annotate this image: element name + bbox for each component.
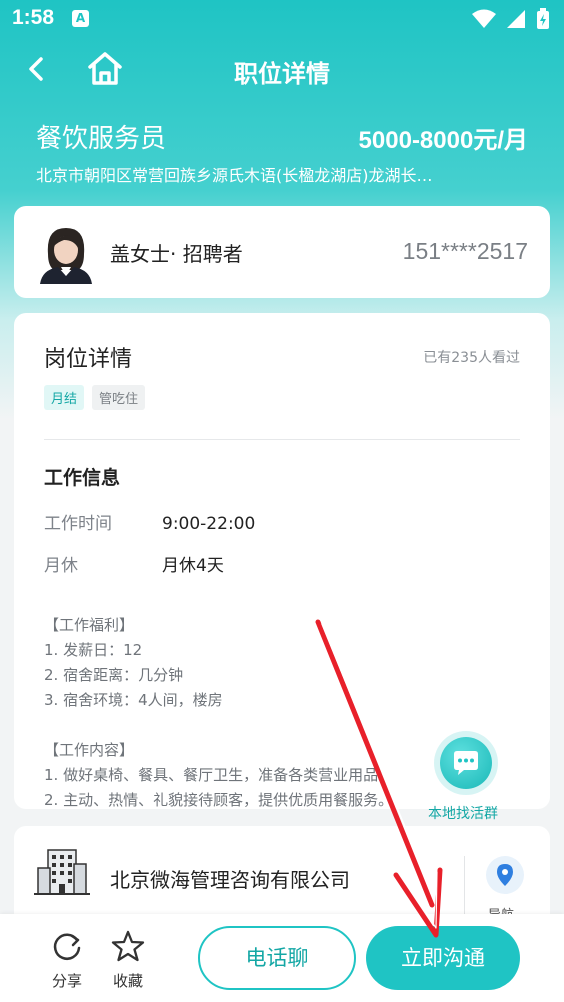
status-time: 1:58 bbox=[12, 6, 55, 29]
location-pin-icon bbox=[497, 864, 513, 886]
tag-room-board: 管吃住 bbox=[92, 385, 146, 410]
work-time-row: 工作时间 9:00-22:00 bbox=[44, 509, 255, 534]
job-address[interactable]: 北京市朝阳区常营回族乡源氏木语(长楹龙湖店)龙湖长… bbox=[36, 162, 466, 186]
signal-icon bbox=[507, 10, 525, 28]
battery-icon bbox=[537, 8, 549, 29]
status-icons bbox=[472, 8, 550, 30]
work-time-value: 9:00-22:00 bbox=[162, 514, 256, 534]
job-detail-card: 岗位详情 已有235人看过 月结 管吃住 工作信息 工作时间 9:00-22:00… bbox=[14, 313, 550, 809]
local-group-label[interactable]: 本地找活群 bbox=[428, 803, 498, 823]
recruiter-avatar bbox=[34, 220, 98, 284]
divider bbox=[464, 856, 465, 916]
rest-days-label: 月休 bbox=[44, 556, 78, 576]
share-button[interactable]: 分享 bbox=[42, 928, 92, 991]
status-bar: 1:58 A bbox=[0, 0, 564, 38]
recruiter-name: 盖女士· 招聘者 bbox=[110, 242, 243, 266]
bottom-action-bar: 分享 收藏 电话聊 立即沟通 bbox=[0, 914, 564, 1002]
rest-days-value: 月休4天 bbox=[162, 556, 224, 576]
divider bbox=[44, 439, 520, 440]
navigate-button[interactable] bbox=[486, 856, 524, 894]
view-count: 已有235人看过 bbox=[423, 350, 520, 366]
work-time-label: 工作时间 bbox=[44, 514, 112, 534]
notification-icon: A bbox=[72, 10, 89, 27]
favorite-label: 收藏 bbox=[112, 972, 143, 990]
chat-now-button[interactable]: 立即沟通 bbox=[366, 926, 520, 990]
nav-bar: 职位详情 bbox=[0, 40, 564, 100]
job-tags: 月结 管吃住 bbox=[44, 385, 146, 410]
local-group-button[interactable] bbox=[440, 737, 492, 789]
building-icon bbox=[34, 849, 90, 895]
phone-chat-button[interactable]: 电话聊 bbox=[198, 926, 356, 990]
tag-monthly-pay: 月结 bbox=[44, 385, 85, 410]
company-name: 北京微海管理咨询有限公司 bbox=[110, 868, 350, 892]
recruiter-card[interactable]: 盖女士· 招聘者 151****2517 bbox=[14, 206, 550, 298]
detail-section-title: 岗位详情 bbox=[44, 347, 133, 372]
favorite-button[interactable]: 收藏 bbox=[103, 928, 153, 991]
work-info-heading: 工作信息 bbox=[44, 467, 121, 489]
job-title: 餐饮服务员 bbox=[36, 124, 167, 154]
job-salary: 5000-8000元/月 bbox=[358, 127, 528, 154]
star-icon bbox=[111, 930, 145, 962]
share-label: 分享 bbox=[51, 972, 82, 990]
share-icon bbox=[53, 933, 81, 960]
page-title: 职位详情 bbox=[234, 60, 330, 88]
chat-bubble-icon bbox=[454, 751, 478, 775]
rest-days-row: 月休 月休4天 bbox=[44, 551, 224, 576]
recruiter-phone[interactable]: 151****2517 bbox=[403, 238, 528, 265]
wifi-icon bbox=[472, 9, 496, 28]
